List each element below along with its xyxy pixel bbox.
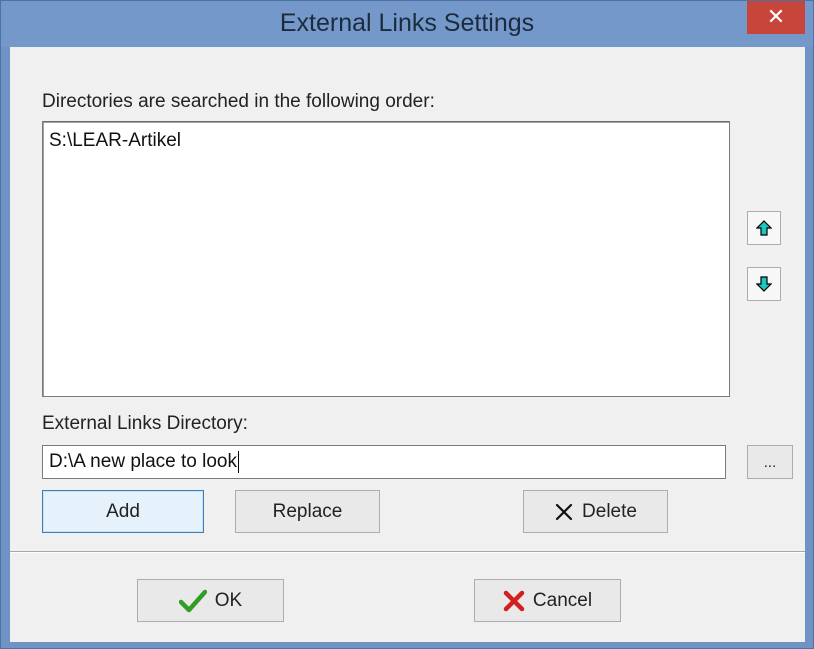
add-button[interactable]: Add xyxy=(42,490,204,533)
list-item[interactable]: S:\LEAR-Artikel xyxy=(49,130,181,152)
move-up-button[interactable] xyxy=(747,211,781,245)
delete-button[interactable]: Delete xyxy=(523,490,668,533)
arrow-down-icon xyxy=(756,276,772,292)
footer-divider xyxy=(10,551,805,553)
delete-label: Delete xyxy=(582,500,637,522)
checkmark-icon xyxy=(178,589,207,612)
cancel-label: Cancel xyxy=(532,589,593,611)
replace-button[interactable]: Replace xyxy=(235,490,380,533)
dialog-body: Directories are searched in the followin… xyxy=(10,47,805,642)
directories-listbox[interactable]: S:\LEAR-Artikel xyxy=(42,121,730,397)
ok-label: OK xyxy=(214,589,243,611)
x-icon xyxy=(555,503,573,520)
replace-label: Replace xyxy=(272,500,343,522)
title-bar[interactable]: External Links Settings ✕ xyxy=(1,1,813,47)
move-down-button[interactable] xyxy=(747,267,781,301)
arrow-up-icon xyxy=(756,220,772,236)
window-title: External Links Settings xyxy=(279,9,535,37)
ok-button[interactable]: OK xyxy=(137,579,284,622)
text-caret xyxy=(238,450,239,473)
external-dir-label: External Links Directory: xyxy=(42,413,248,434)
external-dir-input[interactable]: D:\A new place to look xyxy=(42,445,726,479)
cancel-button[interactable]: Cancel xyxy=(474,579,621,622)
close-icon: ✕ xyxy=(766,4,786,29)
browse-label: ... xyxy=(763,453,777,471)
browse-button[interactable]: ... xyxy=(747,445,793,479)
close-button[interactable]: ✕ xyxy=(747,1,805,34)
dialog-window: External Links Settings ✕ Directories ar… xyxy=(0,0,814,649)
cancel-x-icon xyxy=(503,590,525,611)
directories-label: Directories are searched in the followin… xyxy=(42,91,435,112)
external-dir-value: D:\A new place to look xyxy=(49,451,237,472)
add-label: Add xyxy=(106,500,140,522)
